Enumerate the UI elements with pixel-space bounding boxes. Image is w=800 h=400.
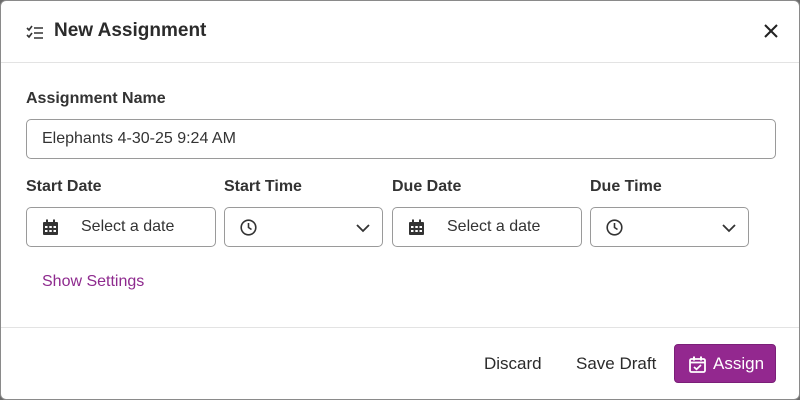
calendar-icon <box>43 219 58 235</box>
dialog-header: New Assignment <box>1 1 799 63</box>
footer-divider <box>1 327 799 328</box>
start-date-picker[interactable]: Select a date <box>26 207 216 247</box>
due-date-label: Due Date <box>392 178 462 195</box>
new-assignment-dialog: New Assignment Assignment Name Start Dat… <box>0 0 800 400</box>
clock-icon <box>606 219 623 236</box>
close-icon[interactable] <box>761 21 781 41</box>
due-time-select[interactable] <box>590 207 749 247</box>
start-time-label: Start Time <box>224 178 302 195</box>
start-date-label: Start Date <box>26 178 102 195</box>
due-time-label: Due Time <box>590 178 662 195</box>
due-date-picker[interactable]: Select a date <box>392 207 582 247</box>
start-date-placeholder: Select a date <box>81 218 175 235</box>
assignment-name-input[interactable] <box>26 119 776 159</box>
assign-button-label: Assign <box>713 354 765 373</box>
start-time-select[interactable] <box>224 207 383 247</box>
show-settings-link[interactable]: Show Settings <box>42 273 144 291</box>
calendar-check-icon <box>689 356 706 373</box>
calendar-icon <box>409 219 424 235</box>
chevron-down-icon <box>356 224 370 233</box>
clock-icon <box>240 219 257 236</box>
discard-button[interactable]: Discard <box>484 354 542 374</box>
dialog-title: New Assignment <box>54 20 207 41</box>
assignment-name-label: Assignment Name <box>26 90 166 107</box>
checklist-icon <box>26 25 43 39</box>
due-date-placeholder: Select a date <box>447 218 541 235</box>
save-draft-button[interactable]: Save Draft <box>576 354 656 374</box>
assign-button[interactable]: Assign <box>674 344 776 383</box>
chevron-down-icon <box>722 224 736 233</box>
